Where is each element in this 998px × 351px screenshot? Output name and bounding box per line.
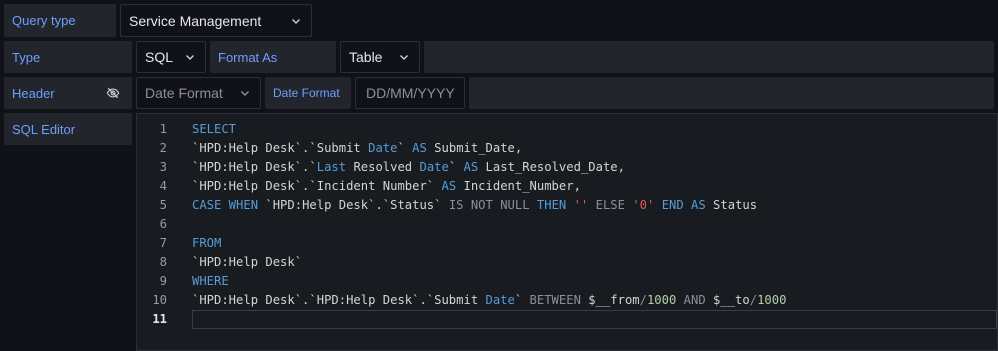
- code-token: `HPD:Help Desk`.`Status`: [258, 198, 449, 212]
- row-filler: [424, 41, 994, 73]
- query-type-row: Query type Service Management: [4, 4, 312, 37]
- code-token: AS: [463, 160, 479, 174]
- format-as-value: Table: [349, 49, 383, 65]
- code-line: SELECT: [192, 120, 236, 139]
- code-token: ELSE: [595, 198, 625, 212]
- line-number: 1: [159, 122, 167, 136]
- header-label: Header: [12, 85, 55, 101]
- code-token: Resolved: [346, 160, 420, 174]
- code-line: `HPD:Help Desk`.`Incident Number` AS Inc…: [192, 177, 581, 196]
- chevron-down-icon: [397, 50, 411, 64]
- code-token: IS NOT NULL: [448, 198, 530, 212]
- type-row: Type SQL Format As Table: [4, 41, 994, 73]
- code-token: `HPD:Help Desk`.`: [192, 160, 317, 174]
- sql-editor-label: SQL Editor: [4, 113, 132, 145]
- code-token: `HPD:Help Desk`: [192, 255, 303, 269]
- code-token: 1000: [646, 293, 677, 307]
- code-token: Incident_Number,: [456, 179, 581, 193]
- code-token: `HPD:Help Desk`.`HPD:Help Desk`.`Submit: [192, 293, 486, 307]
- code-token: Status: [705, 198, 758, 212]
- line-number: 10: [152, 293, 167, 307]
- code-token: THEN: [536, 198, 567, 212]
- code-token: Last: [316, 160, 347, 174]
- query-type-value: Service Management: [129, 12, 262, 29]
- code-token: Submit_Date,: [426, 141, 523, 155]
- code-line: CASE WHEN `HPD:Help Desk`.`Status` IS NO…: [192, 196, 757, 215]
- date-format-select[interactable]: Date Format: [136, 77, 261, 109]
- date-format-select-value: Date Format: [145, 85, 223, 101]
- row-filler: [469, 77, 994, 109]
- code-token: $__to: [705, 293, 750, 307]
- code-line: `HPD:Help Desk`.`Last Resolved Date` AS …: [192, 158, 625, 177]
- active-line-highlight: [192, 310, 997, 329]
- line-number: 4: [159, 179, 167, 193]
- line-number: 3: [159, 160, 167, 174]
- code-token: SELECT: [192, 122, 237, 136]
- line-number: 7: [159, 236, 167, 250]
- code-token: AND: [683, 293, 706, 307]
- eye-off-icon[interactable]: [106, 86, 120, 100]
- code-token: /: [749, 293, 758, 307]
- line-number: 11: [152, 312, 167, 326]
- code-token: AS: [412, 141, 427, 155]
- code-line: WHERE: [192, 272, 229, 291]
- code-token: END AS: [661, 198, 706, 212]
- type-label: Type: [4, 41, 132, 73]
- code-token: /: [639, 293, 647, 307]
- line-number-gutter: 1 2 3 4 5 6 7 8 9 10 11: [137, 114, 177, 350]
- query-type-select[interactable]: Service Management: [120, 4, 312, 37]
- code-line: FROM: [192, 234, 221, 253]
- code-token: `: [514, 293, 530, 307]
- code-token: $__from: [580, 293, 640, 307]
- header-label-box: Header: [4, 77, 132, 109]
- chevron-down-icon: [183, 50, 197, 64]
- code-token: WHERE: [192, 274, 229, 288]
- code-token: '': [573, 198, 589, 212]
- code-token: 1000: [757, 293, 787, 307]
- date-format-label: Date Format: [265, 77, 351, 109]
- chevron-down-icon: [238, 86, 252, 100]
- line-number: 8: [159, 255, 167, 269]
- code-token: `HPD:Help Desk`.`Submit: [192, 141, 369, 155]
- line-number: 6: [159, 217, 167, 231]
- code-line: `HPD:Help Desk`.`HPD:Help Desk`.`Submit …: [192, 291, 786, 310]
- code-token: Date: [368, 141, 398, 155]
- code-token: BETWEEN: [529, 293, 581, 307]
- code-token: Date: [485, 293, 515, 307]
- line-number: 5: [159, 198, 167, 212]
- code-token: Last_Resolved_Date,: [478, 160, 625, 174]
- code-token: `: [448, 160, 464, 174]
- line-number: 2: [159, 141, 167, 155]
- code-token: FROM: [192, 236, 222, 250]
- code-line: `HPD:Help Desk`.`Submit Date` AS Submit_…: [192, 139, 522, 158]
- format-as-select[interactable]: Table: [340, 41, 420, 73]
- type-value: SQL: [145, 49, 174, 65]
- format-as-label: Format As: [210, 41, 336, 73]
- query-editor-panel: Query type Service Management Type SQL F…: [0, 0, 998, 351]
- code-token: CASE WHEN: [192, 198, 259, 212]
- code-line: `HPD:Help Desk`: [192, 253, 302, 272]
- code-token: `HPD:Help Desk`.`Incident Number`: [192, 179, 442, 193]
- code-token: Date: [419, 160, 449, 174]
- type-select[interactable]: SQL: [136, 41, 206, 73]
- code-token: `: [397, 141, 413, 155]
- code-token: '0': [632, 198, 655, 212]
- line-number: 9: [159, 274, 167, 288]
- header-row: Header Date Format Date Format DD/MM/YYY…: [4, 77, 994, 109]
- code-token: AS: [441, 179, 457, 193]
- date-format-input[interactable]: DD/MM/YYYY: [355, 77, 465, 109]
- query-type-label: Query type: [4, 4, 116, 37]
- chevron-down-icon: [289, 14, 303, 28]
- sql-editor[interactable]: 1 2 3 4 5 6 7 8 9 10 11 SELECT `HPD:Help Desk`.`Sub…: [136, 113, 998, 351]
